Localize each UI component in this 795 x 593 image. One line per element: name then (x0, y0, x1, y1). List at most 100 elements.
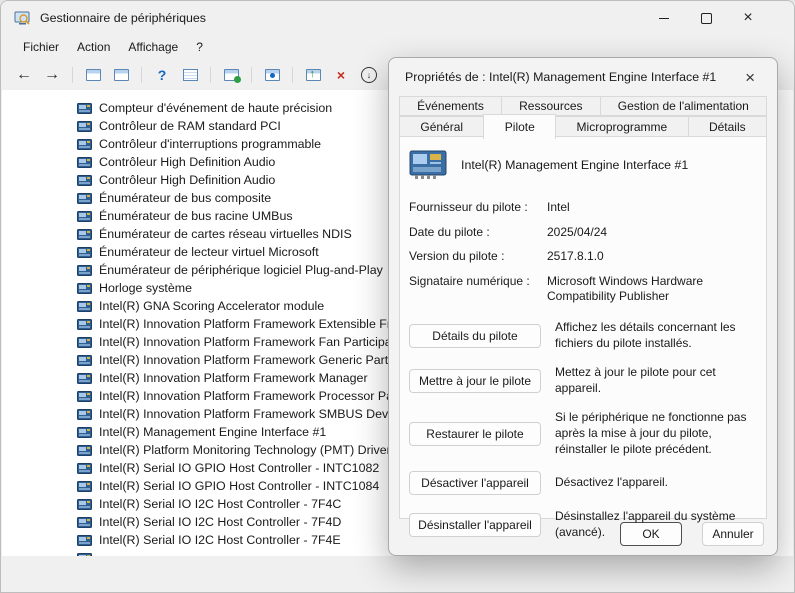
tree-item-label: Énumérateur de périphérique logiciel Plu… (99, 263, 383, 277)
system-device-icon (77, 246, 92, 259)
tab-v-nements[interactable]: Événements (399, 96, 502, 116)
close-icon[interactable]: × (739, 67, 761, 88)
close-icon: × (743, 10, 752, 26)
tab-pilote[interactable]: Pilote (483, 114, 556, 139)
tab-row-front: GénéralPiloteMicroprogrammeDétails (399, 116, 767, 137)
tree-item-label: Énumérateur de lecteur virtuel Microsoft (99, 245, 319, 259)
tree-item-label: Intel(R) Innovation Platform Framework G… (99, 353, 407, 367)
tree-item-label: Intel(R) Serial IO I2C Host Controller -… (99, 515, 341, 529)
app-icon (14, 11, 31, 26)
menu-action[interactable]: Action (68, 37, 119, 57)
tab-strip: ÉvénementsRessourcesGestion de l'aliment… (389, 96, 777, 137)
system-device-icon (77, 354, 92, 367)
tree-item-label: Intel(R) Innovation Platform Framework P… (99, 389, 403, 403)
toolbar-separator (210, 67, 211, 83)
window-title: Gestionnaire de périphériques (40, 11, 206, 25)
device-name: Intel(R) Management Engine Interface #1 (461, 158, 688, 172)
system-device-icon (77, 498, 92, 511)
driver-details-description: Affichez les détails concernant les fich… (555, 320, 758, 351)
tree-item-label: Contrôleur d'interruptions programmable (99, 137, 321, 151)
system-device-icon (77, 480, 92, 493)
help-button[interactable]: ? (151, 64, 173, 86)
disable-device-button[interactable]: Désactiver l'appareil (409, 471, 541, 495)
update-driver-button[interactable]: ↑ (302, 64, 324, 86)
system-device-icon (77, 192, 92, 205)
tree-item-label: Intel(R) Innovation Platform Framework F… (99, 335, 402, 349)
action-row-disable-device: Désactiver l'appareil Désactivez l'appare… (409, 471, 758, 495)
dialog-titlebar: Propriétés de : Intel(R) Management Engi… (389, 58, 777, 96)
window-bottom-strip (2, 556, 793, 592)
uninstall-device-icon: × (337, 68, 345, 82)
system-device-icon (77, 390, 92, 403)
export-list-button[interactable] (110, 64, 132, 86)
tab-d-tails[interactable]: Détails (688, 116, 767, 137)
minimize-button[interactable] (643, 1, 685, 35)
field-label: Date du pilote : (409, 225, 547, 241)
tab-page-pilote: Intel(R) Management Engine Interface #1 … (399, 136, 767, 519)
tree-item-label: Énumérateur de bus racine UMBus (99, 209, 293, 223)
action-row-uninstall-device: Désinstaller l'appareil Désinstallez l'ap… (409, 509, 758, 540)
tree-item-label: Contrôleur High Definition Audio (99, 155, 275, 169)
system-device-icon (77, 300, 92, 313)
system-device-icon (77, 336, 92, 349)
maximize-icon (701, 13, 712, 24)
system-device-icon (77, 462, 92, 475)
console-tree-button[interactable] (82, 64, 104, 86)
remote-session-button[interactable] (261, 64, 283, 86)
roll-back-driver-description: Si le périphérique ne fonctionne pas apr… (555, 410, 758, 457)
menubar: FichierActionAffichage? (1, 35, 794, 59)
system-device-icon (77, 102, 92, 115)
tab-g-n-ral[interactable]: Général (399, 116, 484, 137)
uninstall-device-button[interactable]: × (330, 64, 352, 86)
driver-fields: Fournisseur du pilote :IntelDate du pilo… (400, 180, 766, 305)
forward-button[interactable]: → (41, 64, 63, 86)
tree-item-label: Intel(R) Serial IO I2C Host Controller -… (99, 497, 341, 511)
properties-dialog: Propriétés de : Intel(R) Management Engi… (388, 57, 778, 556)
back-arrow-icon: ← (16, 67, 32, 83)
disable-device-description: Désactivez l'appareil. (555, 475, 758, 491)
menu-[interactable]: ? (187, 37, 212, 57)
minimize-icon (659, 18, 669, 19)
toolbar-separator (292, 67, 293, 83)
tree-item-label: Intel(R) GNA Scoring Accelerator module (99, 299, 324, 313)
system-device-icon (77, 174, 92, 187)
menu-fichier[interactable]: Fichier (14, 37, 68, 57)
action-row-driver-details: Détails du pilote Affichez les détails co… (409, 320, 758, 351)
system-device-icon (77, 408, 92, 421)
update-driver-description: Mettez à jour le pilote pour cet apparei… (555, 365, 758, 396)
update-driver-icon: ↑ (306, 69, 321, 81)
system-device-icon (77, 444, 92, 457)
field-value: 2025/04/24 (547, 225, 756, 241)
driver-details-button[interactable]: Détails du pilote (409, 324, 541, 348)
system-device-icon (77, 318, 92, 331)
tree-item-label: Intel(R) Innovation Platform Framework E… (99, 317, 408, 331)
menu-affichage[interactable]: Affichage (119, 37, 187, 57)
tree-item-label: Intel(R) Platform Monitoring Technology … (99, 443, 391, 457)
system-device-icon (77, 516, 92, 529)
uninstall-device-button[interactable]: Désinstaller l'appareil (409, 513, 541, 537)
field-value: Intel (547, 200, 756, 216)
tree-item-label: Intel(R) Serial IO GPIO Host Controller … (99, 479, 379, 493)
field-label: Signataire numérique : (409, 274, 547, 305)
tab-microprogramme[interactable]: Microprogramme (555, 116, 688, 137)
device-header: Intel(R) Management Engine Interface #1 (400, 137, 766, 180)
back-button[interactable]: ← (13, 64, 35, 86)
tree-item-label: Intel(R) Serial IO GPIO Host Controller … (99, 461, 379, 475)
uninstall-device-description: Désinstallez l'appareil du système (avan… (555, 509, 758, 540)
maximize-button[interactable] (685, 1, 727, 35)
close-button[interactable]: × (727, 1, 769, 35)
disable-device-button[interactable]: ↓ (358, 64, 380, 86)
system-device-icon (77, 228, 92, 241)
action-row-update-driver: Mettre à jour le pilote Mettez à jour le … (409, 365, 758, 396)
roll-back-driver-button[interactable]: Restaurer le pilote (409, 422, 541, 446)
toolbar-separator (141, 67, 142, 83)
scan-hardware-changes-button[interactable] (220, 64, 242, 86)
tab-gestion-de-l-alimentation[interactable]: Gestion de l'alimentation (600, 96, 767, 116)
properties-button[interactable] (179, 64, 201, 86)
caption-buttons: × (643, 1, 769, 35)
system-device-icon (77, 120, 92, 133)
tree-item-label: Intel(R) Serial IO I2C Host Controller -… (99, 533, 341, 547)
update-driver-button[interactable]: Mettre à jour le pilote (409, 369, 541, 393)
tree-item-label: Compteur d'événement de haute précision (99, 101, 332, 115)
tab-ressources[interactable]: Ressources (501, 96, 601, 116)
